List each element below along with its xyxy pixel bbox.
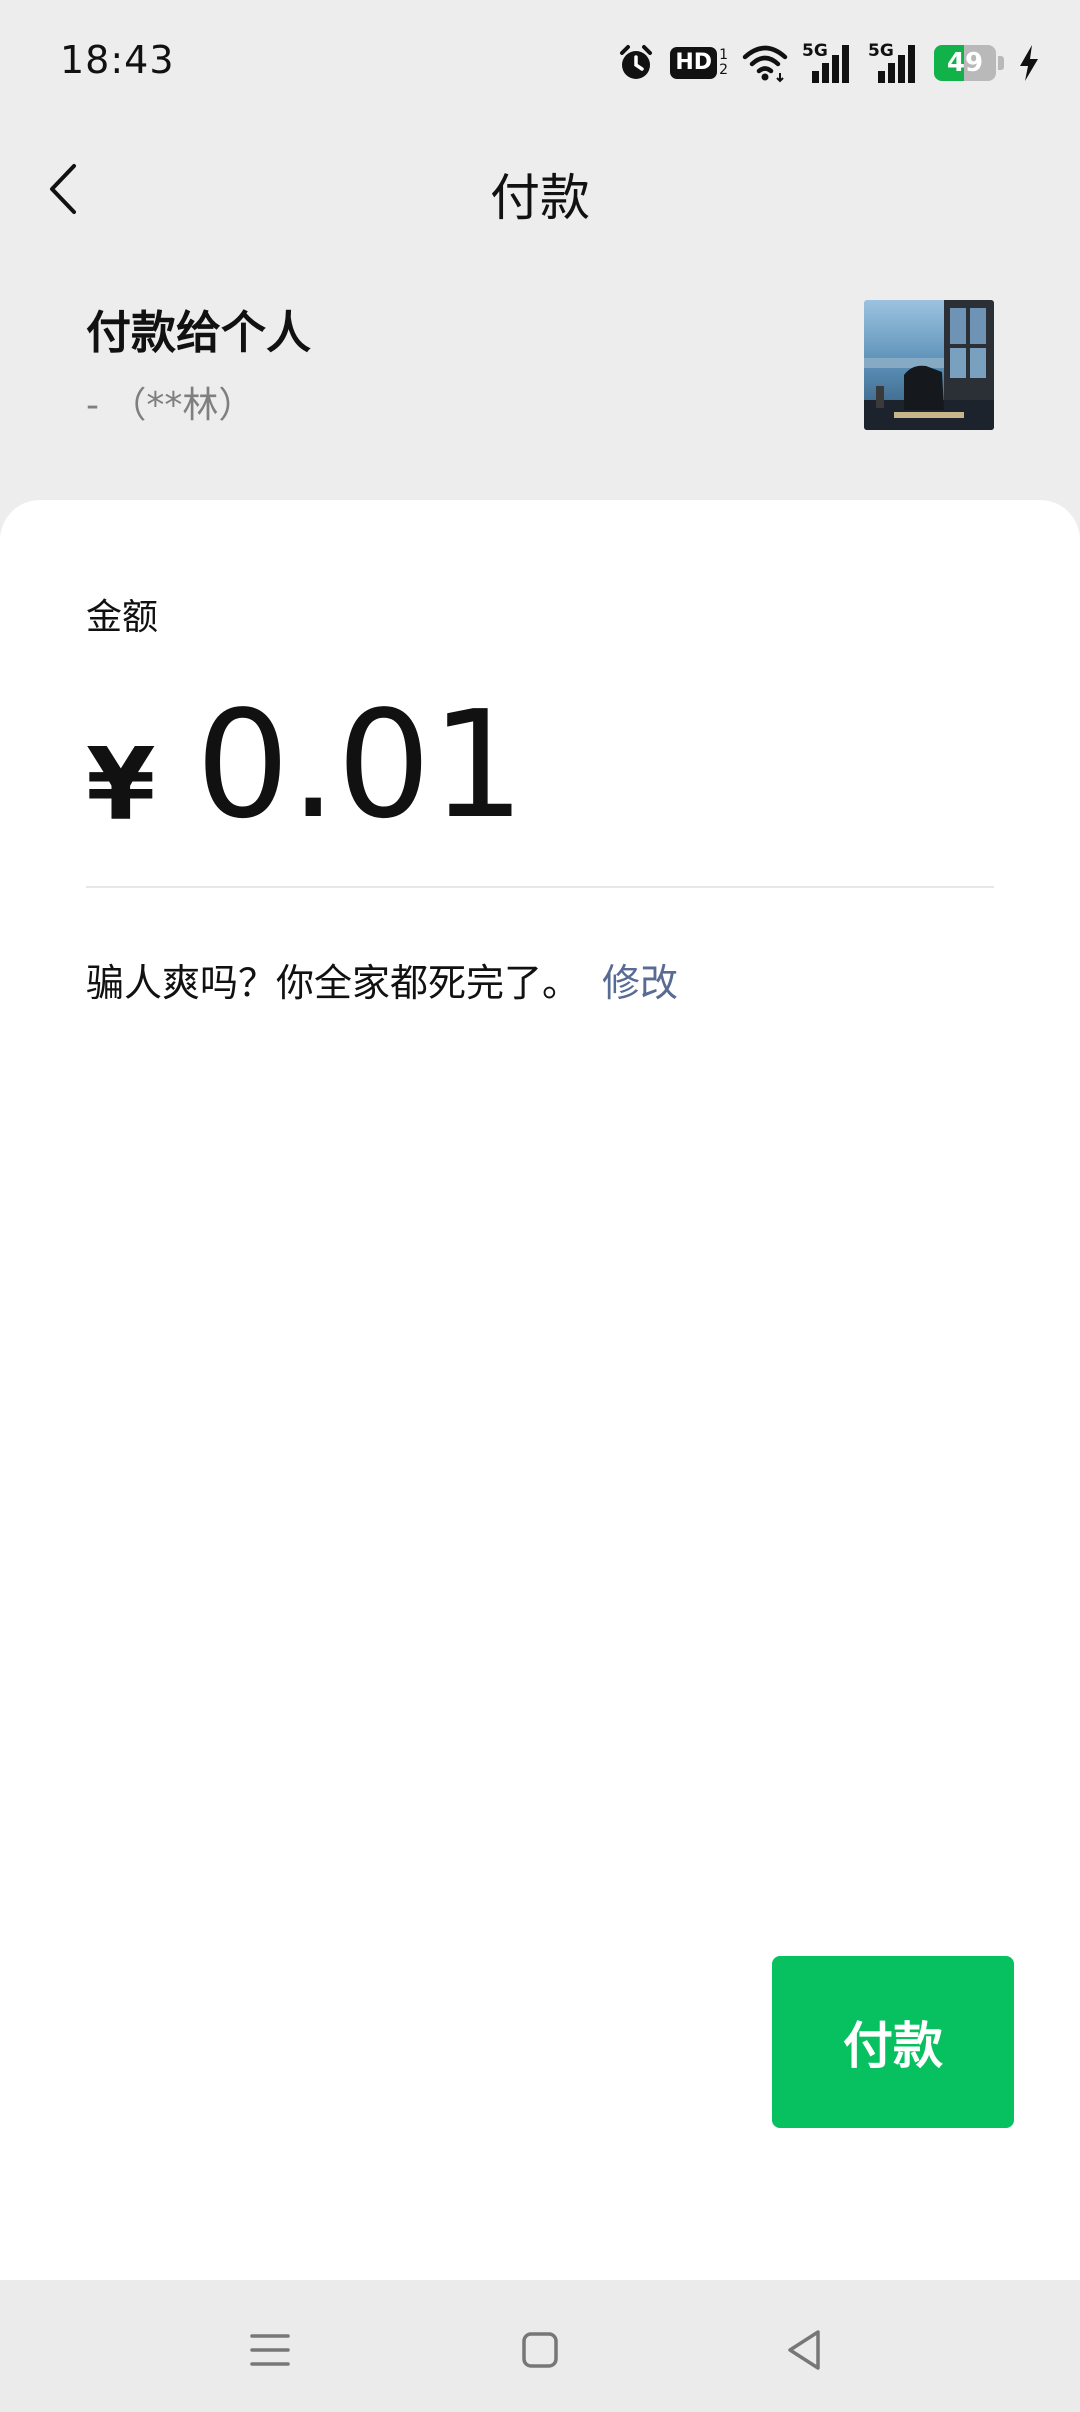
payment-card: 金额 ¥ 0.01 骗人爽吗？你全家都死完了。 修改 付款 [0, 500, 1080, 2280]
status-time: 18:43 [60, 38, 175, 82]
currency-symbol: ¥ [86, 726, 156, 843]
signal-5g-icon: 5G [802, 41, 854, 85]
signal-5g-icon: 5G [868, 41, 920, 85]
pay-button[interactable]: 付款 [772, 1956, 1014, 2128]
wifi-icon [742, 43, 788, 83]
remark-row: 骗人爽吗？你全家都死完了。 修改 [86, 952, 678, 1007]
menu-nav-button[interactable] [230, 2310, 310, 2390]
amount-input[interactable]: ¥ 0.01 [86, 680, 525, 850]
amount-label: 金额 [86, 597, 159, 638]
status-bar: 18:43 HD 12 5G 5G 49 [0, 0, 1080, 126]
avatar [864, 300, 994, 430]
battery-icon: 49 [934, 45, 1004, 81]
triangle-back-icon [788, 2330, 820, 2370]
remark-text: 骗人爽吗？你全家都死完了。 [86, 961, 581, 1005]
page-title: 付款 [490, 169, 590, 227]
back-nav-button[interactable] [764, 2310, 844, 2390]
alarm-icon [616, 43, 656, 83]
amount-value: 0.01 [195, 679, 526, 851]
title-bar: 付款 [0, 126, 1080, 252]
charging-icon [1018, 43, 1040, 83]
divider [86, 886, 994, 888]
edit-remark-link[interactable]: 修改 [602, 952, 678, 1007]
home-nav-button[interactable] [500, 2310, 580, 2390]
menu-icon [250, 2334, 290, 2366]
home-square-icon [522, 2332, 558, 2368]
payee-name: - （**林） [86, 385, 255, 426]
navigation-bar [0, 2280, 1080, 2412]
hd-voice-icon: HD 12 [670, 47, 728, 79]
status-icons: HD 12 5G 5G 49 [616, 36, 1040, 90]
payee-title: 付款给个人 [86, 306, 312, 359]
